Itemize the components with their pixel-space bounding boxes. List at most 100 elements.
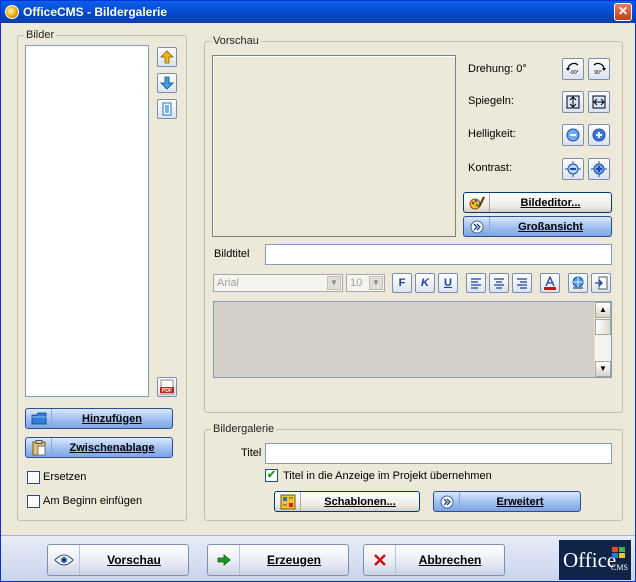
large-view-button[interactable]: Großansicht — [463, 216, 612, 237]
contrast-label: Kontrast: — [468, 162, 513, 174]
vorschau-legend: Vorschau — [213, 35, 259, 47]
arrow-right-icon — [208, 545, 240, 575]
align-left-button[interactable] — [466, 273, 486, 293]
delete-image-button[interactable] — [157, 99, 177, 119]
scroll-up-arrow-icon[interactable]: ▲ — [595, 302, 611, 318]
align-right-button[interactable] — [512, 273, 532, 293]
window-title: OfficeCMS - Bildergalerie — [23, 5, 168, 19]
rotate-left-button[interactable]: -90° — [562, 58, 584, 80]
contrast-plus-icon — [591, 161, 607, 177]
scroll-down-arrow-icon[interactable]: ▼ — [595, 361, 611, 377]
font-family-value: Arial — [217, 277, 240, 289]
replace-label: Ersetzen — [43, 471, 87, 483]
cancel-button[interactable]: Abbrechen — [363, 544, 505, 576]
replace-checkbox[interactable] — [27, 471, 40, 484]
align-center-icon — [494, 278, 504, 289]
caption-input[interactable] — [265, 244, 612, 265]
scroll-thumb[interactable] — [595, 319, 611, 335]
brightness-label: Helligkeit: — [468, 128, 516, 140]
rotation-label: Drehung: 0° — [468, 63, 527, 75]
add-button[interactable]: Hinzufügen — [25, 408, 173, 429]
preview-button-label: Vorschau — [107, 553, 161, 567]
logo-main-text: Office — [563, 548, 617, 572]
font-family-select[interactable]: Arial ▼ — [213, 274, 343, 292]
insert-icon — [595, 276, 608, 290]
paint-icon — [464, 193, 490, 212]
caption-text-editor[interactable]: ▲ ▼ — [213, 301, 612, 378]
mirror-label: Spiegeln: — [468, 95, 514, 107]
plus-circle-icon — [592, 128, 606, 142]
windows-flag-icon — [612, 547, 625, 558]
pdf-icon: PDF — [160, 379, 174, 395]
double-chevron-right-icon — [464, 217, 490, 236]
rotate-right-text: 90° — [594, 70, 602, 76]
officecms-logo: Office CMS — [559, 540, 631, 580]
large-view-label: Großansicht — [518, 220, 583, 233]
add-button-label: Hinzufügen — [82, 412, 142, 425]
bilder-legend: Bilder — [26, 29, 55, 41]
italic-button[interactable]: K — [415, 273, 435, 293]
advanced-label: Erweitert — [496, 495, 544, 508]
italic-label: K — [421, 277, 429, 289]
chevron-down-icon: ▼ — [369, 276, 383, 290]
insert-link-button[interactable] — [568, 273, 588, 293]
image-list[interactable] — [25, 45, 149, 397]
prepend-checkbox[interactable] — [27, 495, 40, 508]
delete-icon — [162, 102, 172, 116]
clipboard-icon — [26, 438, 52, 457]
mirror-vertical-icon — [566, 95, 580, 109]
footer-bar: Vorschau Erzeugen Abbrechen Office CMS — [1, 535, 635, 581]
rotate-right-button[interactable]: 90° — [588, 58, 610, 80]
template-icon — [275, 492, 301, 511]
mirror-vertical-button[interactable] — [562, 91, 584, 113]
globe-link-icon — [572, 276, 584, 289]
align-left-icon — [471, 278, 481, 289]
templates-label: Schablonen... — [324, 495, 396, 508]
logo-sub-text: CMS — [611, 563, 628, 572]
text-color-icon — [544, 276, 556, 290]
bold-button[interactable]: F — [392, 273, 412, 293]
contrast-minus-icon — [565, 161, 581, 177]
clipboard-button-label: Zwischenablage — [69, 441, 155, 454]
cancel-x-icon — [364, 545, 396, 575]
folder-icon — [26, 409, 52, 428]
pdf-button[interactable]: PDF — [157, 377, 177, 397]
move-down-button[interactable] — [157, 73, 177, 93]
rotate-left-icon: -90° — [566, 62, 579, 76]
bildergalerie-legend: Bildergalerie — [213, 423, 275, 435]
cancel-button-label: Abbrechen — [418, 553, 482, 567]
rotate-right-icon: 90° — [593, 62, 606, 76]
align-center-button[interactable] — [489, 273, 509, 293]
title-bar[interactable]: OfficeCMS - Bildergalerie ✕ — [1, 1, 635, 23]
advanced-button[interactable]: Erweitert — [433, 491, 581, 512]
underline-label: U — [444, 277, 452, 289]
brightness-increase-button[interactable] — [588, 124, 610, 146]
mirror-horizontal-button[interactable] — [588, 91, 610, 113]
brightness-decrease-button[interactable] — [562, 124, 584, 146]
font-size-select[interactable]: 10 ▼ — [346, 274, 385, 292]
underline-button[interactable]: U — [438, 273, 458, 293]
arrow-up-icon — [160, 50, 174, 64]
clipboard-button[interactable]: Zwischenablage — [25, 437, 173, 458]
contrast-decrease-button[interactable] — [562, 158, 584, 180]
contrast-increase-button[interactable] — [588, 158, 610, 180]
app-icon — [5, 5, 19, 19]
text-color-button[interactable] — [540, 273, 560, 293]
bildergalerie-window: OfficeCMS - Bildergalerie ✕ Bilder PDF H… — [0, 0, 636, 582]
image-preview — [212, 55, 456, 237]
preview-button[interactable]: Vorschau — [47, 544, 189, 576]
svg-text:PDF: PDF — [162, 388, 172, 394]
gallery-title-input[interactable] — [265, 443, 612, 464]
move-up-button[interactable] — [157, 47, 177, 67]
image-editor-button[interactable]: Bildeditor... — [463, 192, 612, 213]
gallery-title-label: Titel — [241, 447, 262, 459]
align-right-icon — [517, 278, 527, 289]
editor-scrollbar[interactable]: ▲ ▼ — [594, 302, 611, 377]
generate-button[interactable]: Erzeugen — [207, 544, 349, 576]
show-title-checkbox[interactable]: ✔ — [265, 469, 278, 482]
insert-field-button[interactable] — [591, 273, 611, 293]
generate-button-label: Erzeugen — [266, 553, 321, 567]
eye-icon — [48, 545, 80, 575]
templates-button[interactable]: Schablonen... — [274, 491, 420, 512]
close-button[interactable]: ✕ — [614, 3, 632, 21]
